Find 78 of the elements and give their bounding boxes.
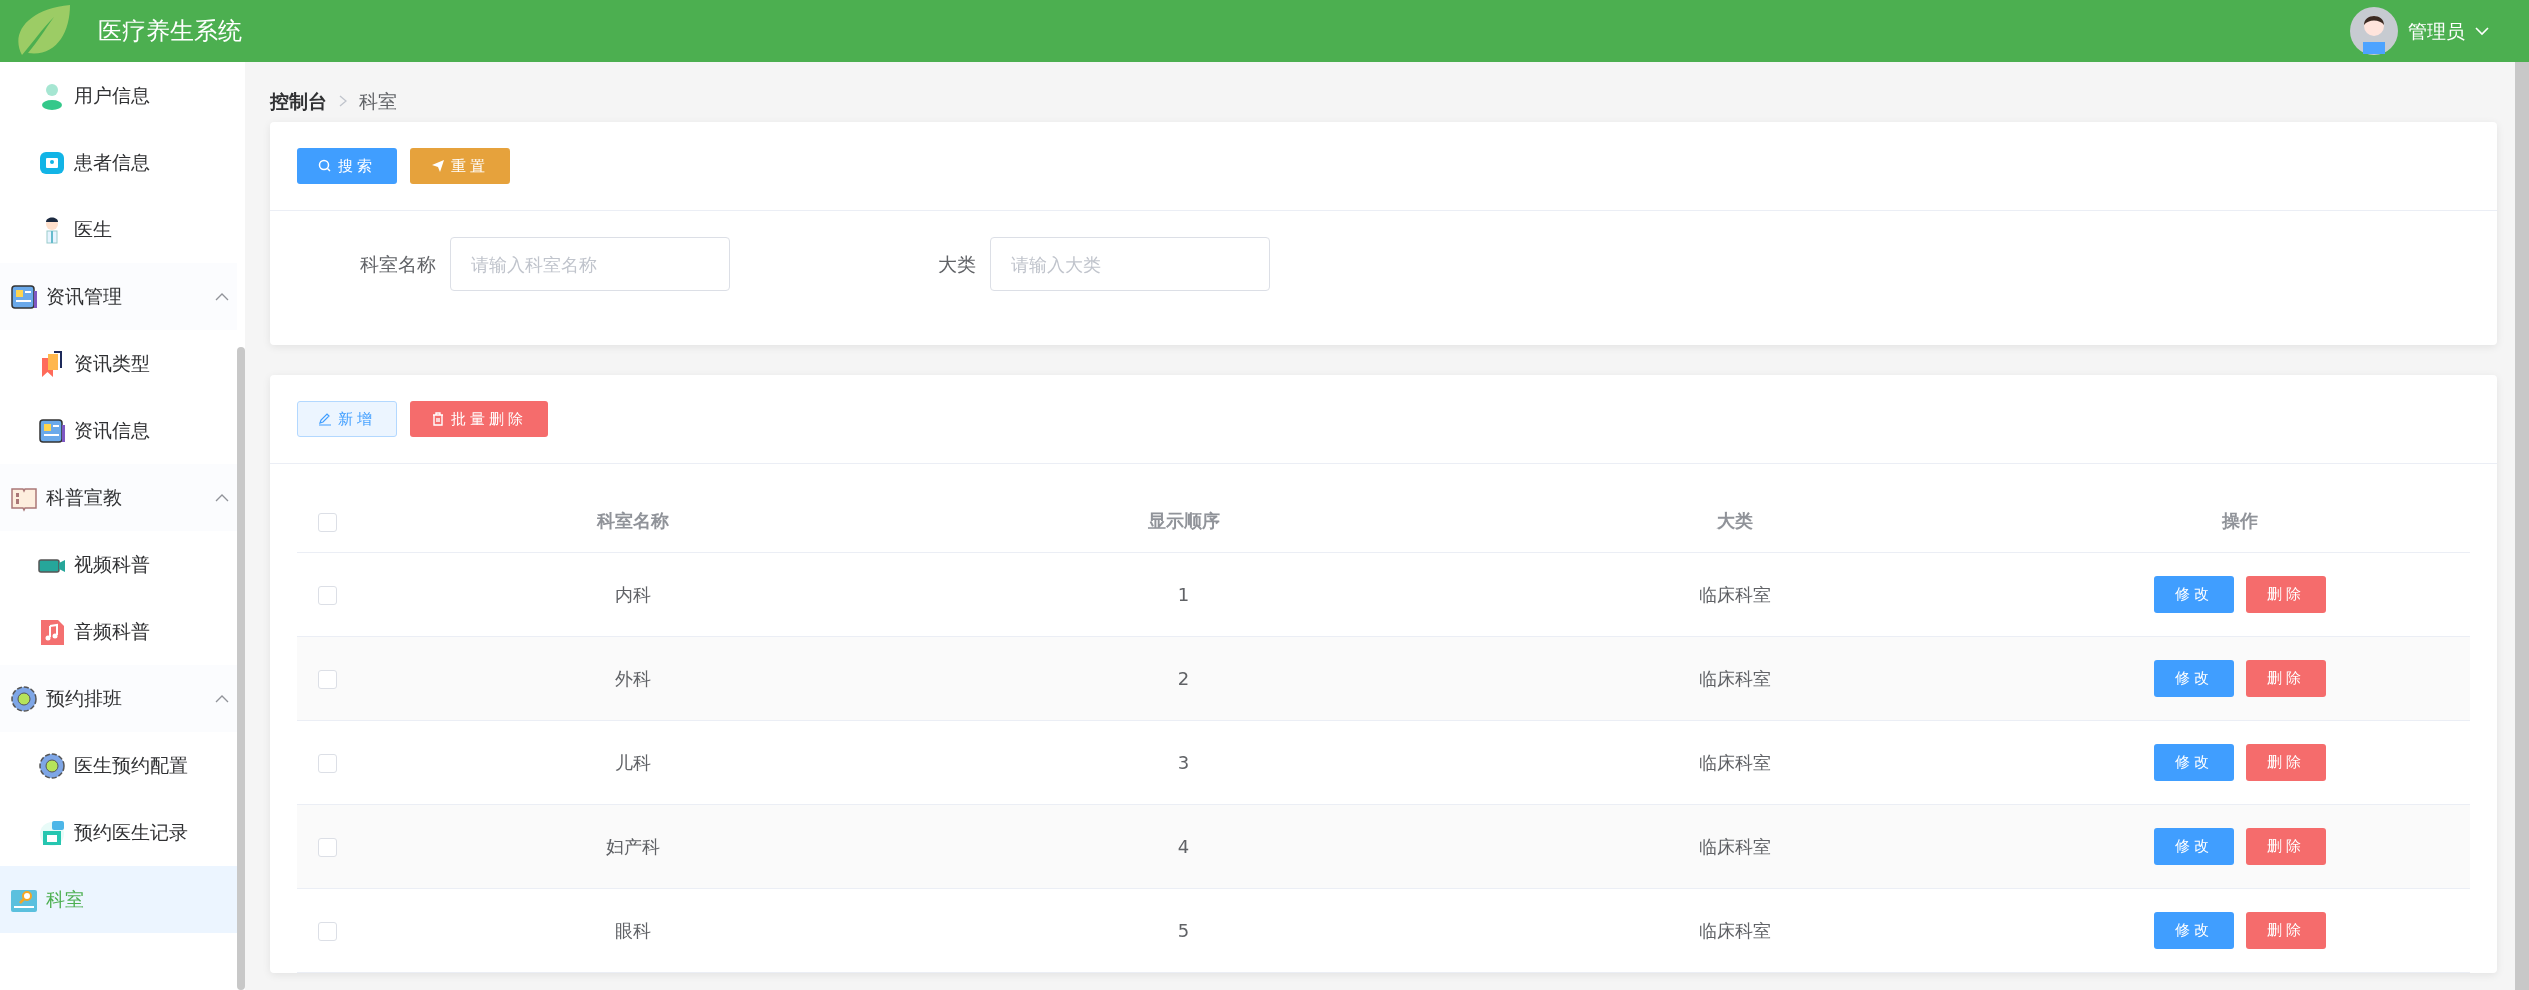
column-header: 大类	[1459, 490, 2010, 552]
field-label: 科室名称	[359, 251, 437, 277]
sidebar-item[interactable]: 用户信息	[0, 62, 237, 129]
scrollbar[interactable]	[237, 347, 245, 990]
user-name[interactable]: 管理员	[2408, 16, 2465, 46]
sidebar-item[interactable]: 预约医生记录	[0, 799, 237, 866]
edit-button[interactable]: 修改	[2154, 911, 2234, 949]
add-button[interactable]: 新增	[297, 401, 397, 437]
table-cell: 内科	[357, 552, 908, 636]
breadcrumb-current: 科室	[359, 88, 397, 114]
kiosk-icon	[38, 818, 66, 847]
input-field[interactable]: 请输入科室名称	[450, 237, 730, 291]
gear-icon	[38, 751, 66, 780]
delete-button[interactable]: 删除	[2246, 827, 2326, 865]
column-header: 科室名称	[357, 490, 908, 552]
pencil-icon	[318, 412, 332, 426]
input-field[interactable]: 请输入大类	[990, 237, 1270, 291]
newspaper-icon	[10, 282, 38, 311]
delete-button[interactable]: 删除	[2246, 743, 2326, 781]
sidebar-item[interactable]: 科普宣教	[0, 464, 237, 531]
sidebar-item[interactable]: 预约排班	[0, 665, 237, 732]
table-cell: 临床科室	[1459, 888, 2010, 972]
column-header: 操作	[2010, 490, 2470, 552]
sidebar-item[interactable]: 医生预约配置	[0, 732, 237, 799]
table-cell: 4	[908, 804, 1459, 888]
sidebar-item[interactable]: 资讯类型	[0, 330, 237, 397]
chevron-up-icon	[215, 292, 229, 301]
edit-button[interactable]: 修改	[2154, 575, 2234, 613]
trash-icon	[431, 412, 445, 426]
chevron-down-icon[interactable]	[2475, 26, 2489, 36]
checkbox[interactable]	[317, 586, 337, 605]
sidebar-item[interactable]: 医生	[0, 196, 237, 263]
table-cell: 3	[908, 720, 1459, 804]
app-title: 医疗养生系统	[98, 16, 242, 47]
sidebar-item[interactable]: 资讯信息	[0, 397, 237, 464]
column-header: 显示顺序	[908, 490, 1459, 552]
edit-button[interactable]: 修改	[2154, 743, 2234, 781]
chevron-up-icon	[215, 493, 229, 502]
table-cell: 临床科室	[1459, 804, 2010, 888]
sidebar-item[interactable]: 视频科普	[0, 531, 237, 598]
edit-button[interactable]: 修改	[2154, 659, 2234, 697]
sidebar-item[interactable]: 科室	[0, 866, 237, 933]
delete-button[interactable]: 删除	[2246, 911, 2326, 949]
field-label: 大类	[937, 251, 977, 277]
table-cell: 临床科室	[1459, 720, 2010, 804]
table-cell: 外科	[357, 636, 908, 720]
chevron-right-icon	[339, 95, 347, 107]
table-cell: 儿科	[357, 720, 908, 804]
checkbox[interactable]	[317, 922, 337, 941]
edit-button[interactable]: 修改	[2154, 827, 2234, 865]
delete-button[interactable]: 删除	[2246, 575, 2326, 613]
checkbox[interactable]	[317, 754, 337, 773]
search-button[interactable]: 搜索	[297, 148, 397, 184]
table-cell: 眼科	[357, 888, 908, 972]
checkbox[interactable]	[317, 512, 337, 532]
checkbox[interactable]	[317, 670, 337, 689]
delete-button[interactable]: 删除	[2246, 659, 2326, 697]
table-cell: 妇产科	[357, 804, 908, 888]
paper-plane-icon	[431, 159, 445, 173]
chevron-up-icon	[215, 694, 229, 703]
sidebar-item[interactable]: 资讯管理	[0, 263, 237, 330]
delete-button[interactable]: 批量删除	[410, 401, 548, 437]
scrollbar[interactable]	[2515, 62, 2529, 990]
newspaper-icon	[38, 416, 66, 445]
music-note-icon	[38, 617, 66, 646]
table-cell: 临床科室	[1459, 552, 2010, 636]
table-cell: 5	[908, 888, 1459, 972]
gear-icon	[10, 684, 38, 713]
breadcrumb-link[interactable]: 控制台	[270, 86, 327, 116]
reset-button[interactable]: 重置	[410, 148, 510, 184]
table-cell: 1	[908, 552, 1459, 636]
sidebar-item[interactable]: 音频科普	[0, 598, 237, 665]
table-cell: 临床科室	[1459, 636, 2010, 720]
checkbox[interactable]	[317, 838, 337, 857]
table-cell: 2	[908, 636, 1459, 720]
sidebar-item[interactable]: 患者信息	[0, 129, 237, 196]
search-icon	[318, 159, 332, 173]
avatar-icon[interactable]	[2350, 7, 2398, 55]
